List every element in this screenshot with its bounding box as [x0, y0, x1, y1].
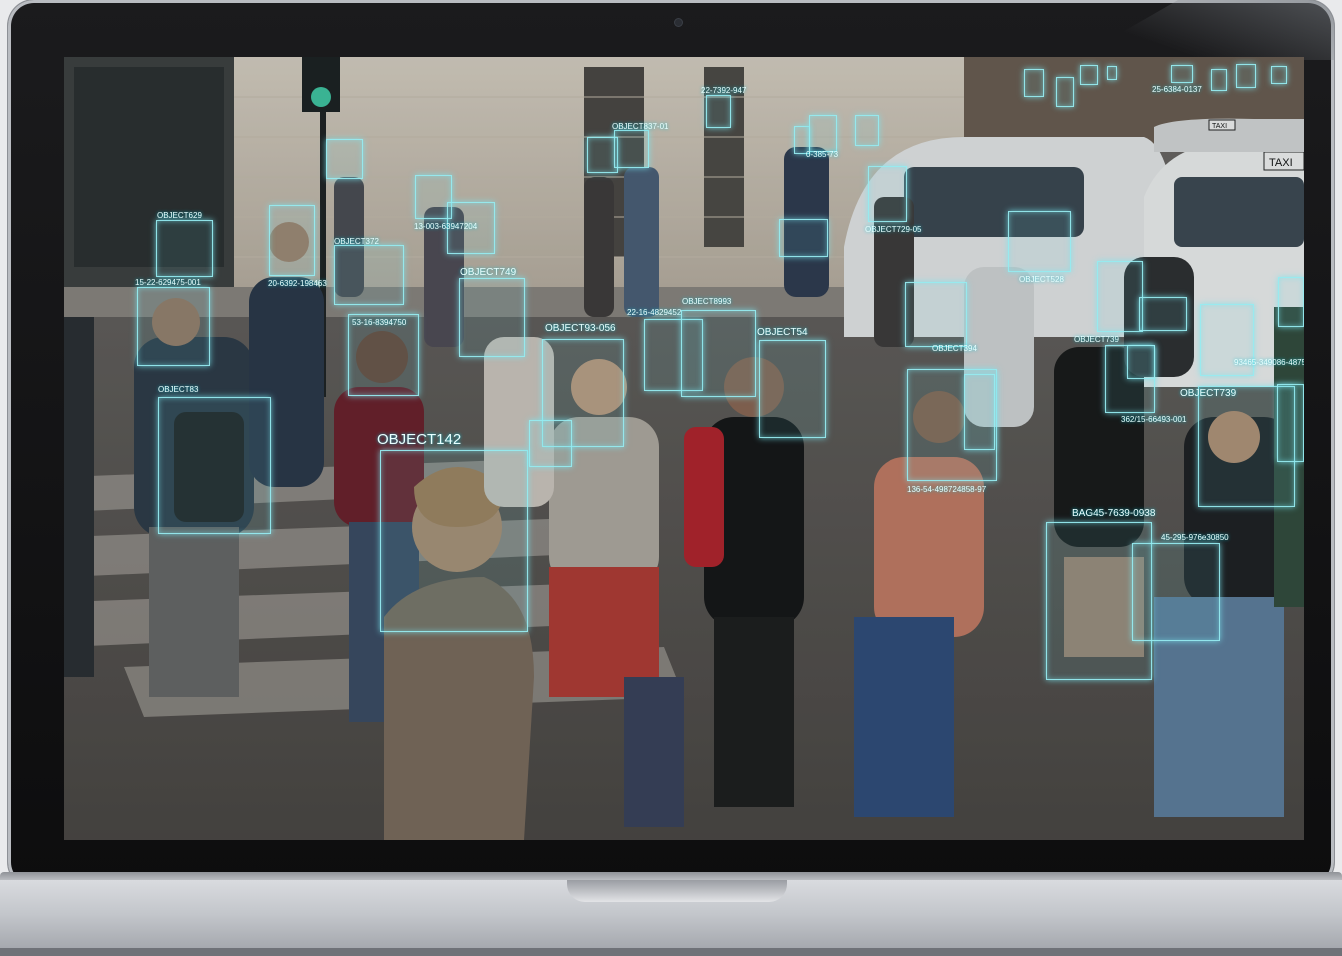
- detection-box: [529, 420, 572, 467]
- detection-box: [1056, 77, 1074, 107]
- detection-box: [614, 130, 649, 168]
- laptop-opening-notch: [567, 880, 787, 902]
- detection-label: 45-295-976e30850: [1161, 533, 1229, 542]
- laptop: TAXI TAXI OBJECT629 15-22-629475-001 OBJ…: [0, 0, 1342, 956]
- detection-box: [855, 115, 879, 146]
- detection-label: 136-54-498724858-97: [907, 485, 987, 494]
- detection-box: [1171, 65, 1193, 83]
- detection-label: 362/15-66493-001: [1121, 415, 1187, 424]
- detection-label: 15-22-629475-001: [135, 278, 201, 287]
- detection-box: [380, 450, 528, 632]
- detection-box: [868, 166, 907, 222]
- detection-box: [809, 115, 837, 152]
- detection-label: OBJECT83: [158, 385, 199, 394]
- detection-label: OBJECT837-01: [612, 122, 669, 131]
- detection-box: [269, 205, 315, 276]
- detection-box: [137, 287, 210, 366]
- detection-box: [905, 282, 967, 347]
- detection-box: [1277, 384, 1304, 462]
- detection-box: [1107, 66, 1117, 80]
- detection-label: 0-385-73: [806, 150, 839, 159]
- detection-box: [459, 278, 525, 357]
- detection-label: OBJECT372: [334, 237, 379, 246]
- detection-box: [1132, 543, 1220, 641]
- detection-box: [156, 220, 213, 277]
- detection-label: OBJECT93-056: [545, 323, 616, 334]
- detection-label: OBJECT528: [1019, 275, 1064, 284]
- detection-box: [1271, 66, 1287, 84]
- detection-box: [334, 245, 404, 305]
- detection-box: [1024, 69, 1044, 97]
- detection-label: OBJECT739: [1074, 335, 1119, 344]
- detection-label: 22-7392-947: [701, 86, 747, 95]
- detection-box: [964, 374, 995, 450]
- detection-label: OBJECT749: [460, 267, 517, 278]
- detection-label: OBJECT729-05: [865, 225, 922, 234]
- detection-box: [158, 397, 271, 534]
- detection-box: [681, 310, 756, 397]
- detection-label: OBJECT739: [1180, 388, 1237, 399]
- detection-label: 53-16-8394750: [352, 318, 407, 327]
- detection-label: BAG45-7639-0938: [1072, 508, 1156, 519]
- detection-label: 93465-349086-4875: [1234, 358, 1304, 367]
- detection-box: [1139, 297, 1187, 331]
- detection-box: [706, 95, 731, 128]
- detection-box: [779, 219, 828, 257]
- detection-label: OBJECT142: [377, 431, 462, 448]
- detection-label: OBJECT8993: [682, 297, 732, 306]
- detection-box: [1211, 69, 1227, 91]
- detection-box: [1127, 345, 1155, 379]
- webcam-icon: [675, 19, 682, 26]
- detection-label: OBJECT394: [932, 344, 977, 353]
- detection-label: 13-003-63947204: [414, 222, 478, 231]
- detection-label: 25-6384-0137: [1152, 85, 1202, 94]
- detection-box: [1080, 65, 1098, 85]
- detection-box: [326, 139, 363, 179]
- laptop-screen: TAXI TAXI OBJECT629 15-22-629475-001 OBJ…: [64, 57, 1304, 840]
- detection-label: 20-6392-198463: [268, 279, 327, 288]
- laptop-base-edge: [0, 948, 1342, 956]
- detection-box: [1236, 64, 1256, 88]
- detection-label: 22-16-4829452: [627, 308, 682, 317]
- detection-label: OBJECT629: [157, 211, 202, 220]
- detection-box: [759, 340, 826, 438]
- detection-box: [1278, 277, 1304, 327]
- detection-label: OBJECT54: [757, 327, 808, 338]
- detection-box: [1008, 211, 1071, 272]
- detection-box: [1097, 261, 1143, 332]
